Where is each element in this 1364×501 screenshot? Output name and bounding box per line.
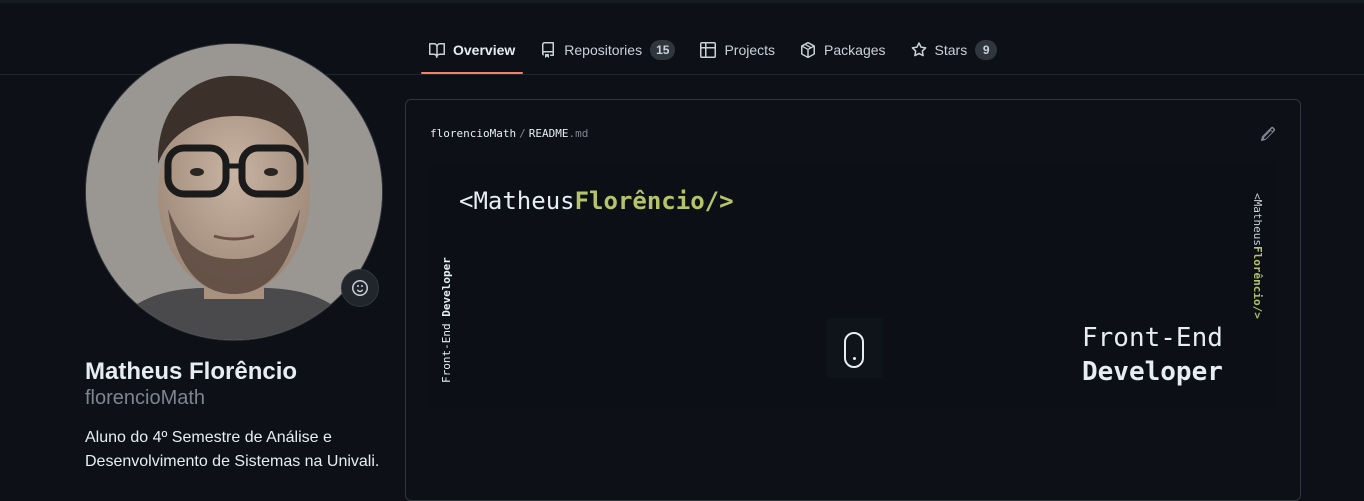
banner-role-line1: Front-End — [1082, 323, 1223, 353]
tab-projects-label: Projects — [724, 42, 776, 58]
scroll-mouse-graphic — [827, 318, 883, 378]
tab-repositories[interactable]: Repositories 15 — [532, 33, 683, 67]
left-vertical-bold: Developer — [440, 257, 453, 317]
banner-name-accent: Florêncio/> — [574, 187, 734, 215]
banner-left-vertical-text: Front-End Developer — [440, 257, 453, 383]
package-icon — [801, 42, 816, 58]
readme-owner-link[interactable]: florencioMath — [430, 127, 516, 140]
pencil-icon — [1261, 126, 1276, 141]
profile-bio: Aluno do 4º Semestre de Análise e Desenv… — [85, 429, 380, 470]
banner-name: <MatheusFlorêncio/> — [459, 187, 734, 215]
banner-role-line2: Developer — [1082, 357, 1223, 387]
set-status-button[interactable] — [341, 269, 379, 307]
tab-overview[interactable]: Overview — [421, 33, 524, 74]
tab-stars-label: Stars — [934, 42, 968, 58]
table-icon — [700, 42, 717, 58]
left-vertical-light: Front-End — [440, 316, 453, 383]
readme-banner: <MatheusFlorêncio/> Front-End Developer … — [430, 163, 1276, 409]
book-icon — [429, 42, 445, 58]
profile-username: florencioMath — [85, 387, 206, 409]
readme-path-separator: / — [519, 127, 526, 140]
tab-projects[interactable]: Projects — [692, 33, 783, 67]
banner-name-prefix: <Matheus — [459, 187, 575, 215]
tab-stars[interactable]: Stars 9 — [903, 33, 1006, 67]
avatar-photo — [86, 44, 382, 340]
readme-file-ext[interactable]: .md — [568, 127, 588, 140]
tab-overview-label: Overview — [453, 42, 516, 58]
profile-tabs: Overview Repositories 15 Projects Packag… — [421, 33, 1014, 74]
tab-packages-label: Packages — [824, 42, 886, 58]
edit-readme-button[interactable] — [1260, 126, 1276, 147]
repo-icon — [542, 42, 555, 58]
star-icon — [911, 42, 926, 57]
smiley-icon — [352, 280, 368, 296]
mouse-icon — [844, 332, 864, 368]
stars-count-badge: 9 — [975, 40, 998, 60]
readme-file-base[interactable]: README — [529, 127, 569, 140]
avatar[interactable] — [85, 43, 383, 341]
readme-card: florencioMath / README.md <MatheusFlorênci… — [405, 99, 1301, 501]
mouse-wheel-dot — [853, 357, 856, 360]
right-vertical-accent: Florêncio/> — [1251, 245, 1264, 319]
readme-path: florencioMath / README.md — [430, 127, 588, 140]
tab-packages[interactable]: Packages — [792, 33, 893, 67]
right-vertical-prefix: <Matheus — [1251, 193, 1264, 246]
repositories-count-badge: 15 — [650, 40, 676, 60]
profile-full-name: Matheus Florêncio — [85, 358, 298, 385]
tab-repositories-label: Repositories — [564, 42, 643, 58]
banner-right-vertical-text: <MatheusFlorêncio/> — [1251, 193, 1264, 319]
